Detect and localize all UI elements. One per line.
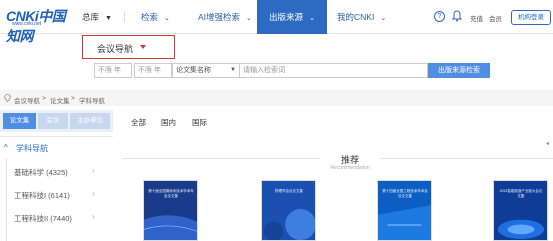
help-icon[interactable]: ? [434, 11, 445, 22]
field-select[interactable]: 论文集名称 ▼ [172, 63, 240, 78]
subject-nav-title: 学科导航 [16, 144, 48, 153]
nav-my-label: 我的CNKI [337, 12, 375, 22]
book-title: 物理学会议论文集 [275, 189, 303, 193]
chevron-down-icon: ⌄ [309, 15, 315, 22]
chevron-down-icon: ⌄ [246, 15, 252, 22]
breadcrumb-item[interactable]: 论文集 [50, 95, 70, 105]
recharge-link[interactable]: 充值 [470, 13, 483, 23]
book-title: 2024智能制造产业链大会论文集 [499, 189, 543, 198]
tab-organizer[interactable]: 主办单位 [70, 113, 110, 129]
book-cover[interactable]: 第十届全国微纳米技术学术年会论文集 [143, 180, 198, 241]
top-nav: CNKi中国知网 www.cnki.net 总库 ▼ 检索 ⌄ AI增强检索 ⌄ 出版… [0, 0, 553, 44]
tab-proceedings[interactable]: 论文集 [3, 113, 36, 129]
field-select-value: 论文集名称 [176, 67, 211, 74]
nav-home-label: 总库 [82, 12, 100, 22]
caret-down-icon: ▼ [105, 15, 112, 22]
nav-ai-search[interactable]: AI增强检索 ⌄ [198, 0, 252, 34]
nav-pub-label: 出版来源 [269, 12, 304, 22]
chevron-down-icon: ⌄ [380, 15, 387, 22]
bell-icon[interactable] [452, 10, 462, 22]
filter-all[interactable]: 全部 [131, 117, 146, 128]
divider [124, 12, 125, 22]
book-cover[interactable]: 2024智能制造产业链大会论文集 [493, 180, 548, 241]
conf-nav-dropdown[interactable]: 会议导航 [82, 35, 175, 59]
divider [380, 158, 553, 159]
chevron-up-icon: ^ [4, 143, 8, 152]
book-cover[interactable]: 第十四届全国工程技术学术会议论文集 [377, 180, 432, 241]
logo-url: www.cnki.net [12, 21, 42, 27]
year-to-input[interactable]: 不限 年 [134, 63, 172, 78]
divider [6, 158, 7, 241]
subject-item[interactable]: 工程科技II (7440) [14, 213, 72, 224]
filter-international[interactable]: 国际 [192, 117, 207, 128]
subject-item[interactable]: 基础科学 (4325) [14, 167, 68, 178]
nav-ai-label: AI增强检索 [198, 12, 241, 22]
breadcrumb-separator: > [71, 95, 75, 102]
breadcrumb-item[interactable]: 会议导航 [14, 95, 40, 105]
book-title: 第十四届全国工程技术学术会议论文集 [382, 189, 428, 198]
location-pin-icon [4, 94, 11, 102]
nav-publication-source[interactable]: 出版来源 ⌄ [257, 0, 327, 34]
member-link[interactable]: 会员 [489, 13, 502, 23]
nav-home[interactable]: 总库 ▼ [82, 0, 112, 34]
book-cover[interactable]: 物理学会议论文集 [261, 180, 316, 241]
more-icon[interactable]: ◂ [546, 140, 549, 147]
search-input[interactable]: 请输入检索词 [240, 63, 428, 78]
recommend-subtitle: Recommendation [330, 165, 370, 171]
chevron-right-icon[interactable]: › [92, 189, 95, 198]
tab-conference[interactable]: 会议 [38, 113, 68, 129]
cnki-logo[interactable]: CNKi中国知网 www.cnki.net [6, 6, 68, 44]
book-title: 第十届全国微纳米技术学术年会论文集 [148, 189, 194, 198]
breadcrumb-separator: > [42, 95, 46, 102]
chevron-right-icon[interactable]: › [92, 166, 95, 175]
caret-down-icon [140, 45, 146, 49]
nav-search[interactable]: 检索 ⌄ [141, 0, 170, 34]
subject-item[interactable]: 工程科技I (6141) [14, 190, 70, 201]
caret-down-icon: ▼ [230, 67, 236, 73]
breadcrumb-item: 学科导航 [79, 98, 105, 105]
filter-domestic[interactable]: 国内 [161, 117, 176, 128]
nav-search-label: 检索 [141, 12, 159, 22]
cnki-publication-page: CNKi中国知网 www.cnki.net 总库 ▼ 检索 ⌄ AI增强检索 ⌄ 出版… [0, 0, 553, 241]
subject-nav-header[interactable]: ^ 学科导航 [0, 136, 113, 158]
nav-my-cnki[interactable]: 我的CNKI ⌄ [337, 0, 386, 34]
divider [122, 158, 320, 159]
publication-search-button[interactable]: 出版来源检索 [428, 63, 490, 78]
conf-nav-label: 会议导航 [97, 44, 134, 54]
year-from-input[interactable]: 不限 年 [94, 63, 132, 78]
org-login-button[interactable]: 机构登录 [511, 10, 551, 25]
chevron-down-icon: ⌄ [164, 15, 170, 22]
chevron-right-icon[interactable]: › [92, 212, 95, 221]
